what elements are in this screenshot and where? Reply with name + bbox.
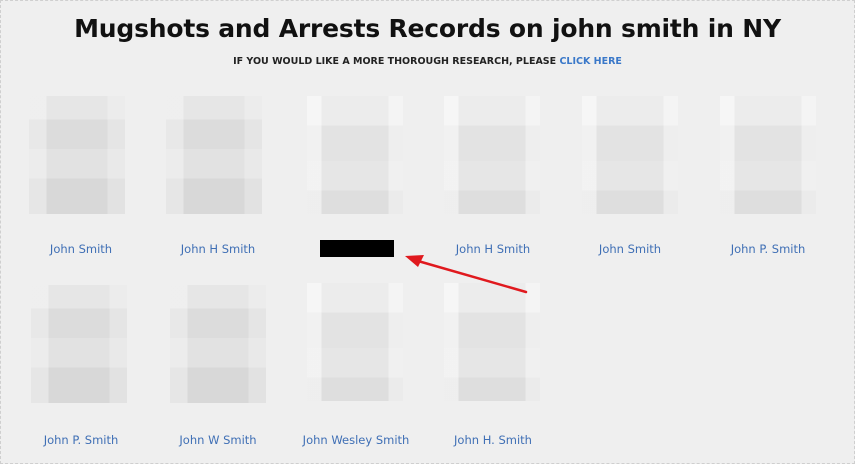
- result-name-9[interactable]: John Wesley Smith: [291, 434, 421, 446]
- mugshot-thumbnail-2[interactable]: [166, 96, 262, 214]
- research-prompt-text: IF YOU WOULD LIKE A MORE THOROUGH RESEAR…: [233, 56, 557, 67]
- result-name-2[interactable]: John H Smith: [153, 243, 283, 255]
- mugshot-thumbnail-6[interactable]: [720, 96, 816, 214]
- mugshot-thumbnail-9[interactable]: [307, 283, 403, 401]
- mugshot-thumbnail-7[interactable]: [31, 285, 127, 403]
- mugshot-thumbnail-3[interactable]: [307, 96, 403, 214]
- result-name-7[interactable]: John P. Smith: [16, 434, 146, 446]
- result-name-4[interactable]: John H Smith: [428, 243, 558, 255]
- redacted-name-bar: [320, 240, 394, 257]
- click-here-link[interactable]: CLICK HERE: [559, 56, 621, 67]
- mugshot-thumbnail-1[interactable]: [29, 96, 125, 214]
- page-frame: [0, 0, 855, 464]
- result-name-5[interactable]: John Smith: [565, 243, 695, 255]
- page-title: Mugshots and Arrests Records on john smi…: [74, 14, 781, 43]
- result-name-1[interactable]: John Smith: [16, 243, 146, 255]
- mugshot-thumbnail-8[interactable]: [170, 285, 266, 403]
- result-name-10[interactable]: John H. Smith: [428, 434, 558, 446]
- mugshot-thumbnail-10[interactable]: [444, 283, 540, 401]
- research-prompt: IF YOU WOULD LIKE A MORE THOROUGH RESEAR…: [0, 56, 855, 67]
- result-name-6[interactable]: John P. Smith: [703, 243, 833, 255]
- result-name-8[interactable]: John W Smith: [153, 434, 283, 446]
- mugshot-thumbnail-5[interactable]: [582, 96, 678, 214]
- mugshot-thumbnail-4[interactable]: [444, 96, 540, 214]
